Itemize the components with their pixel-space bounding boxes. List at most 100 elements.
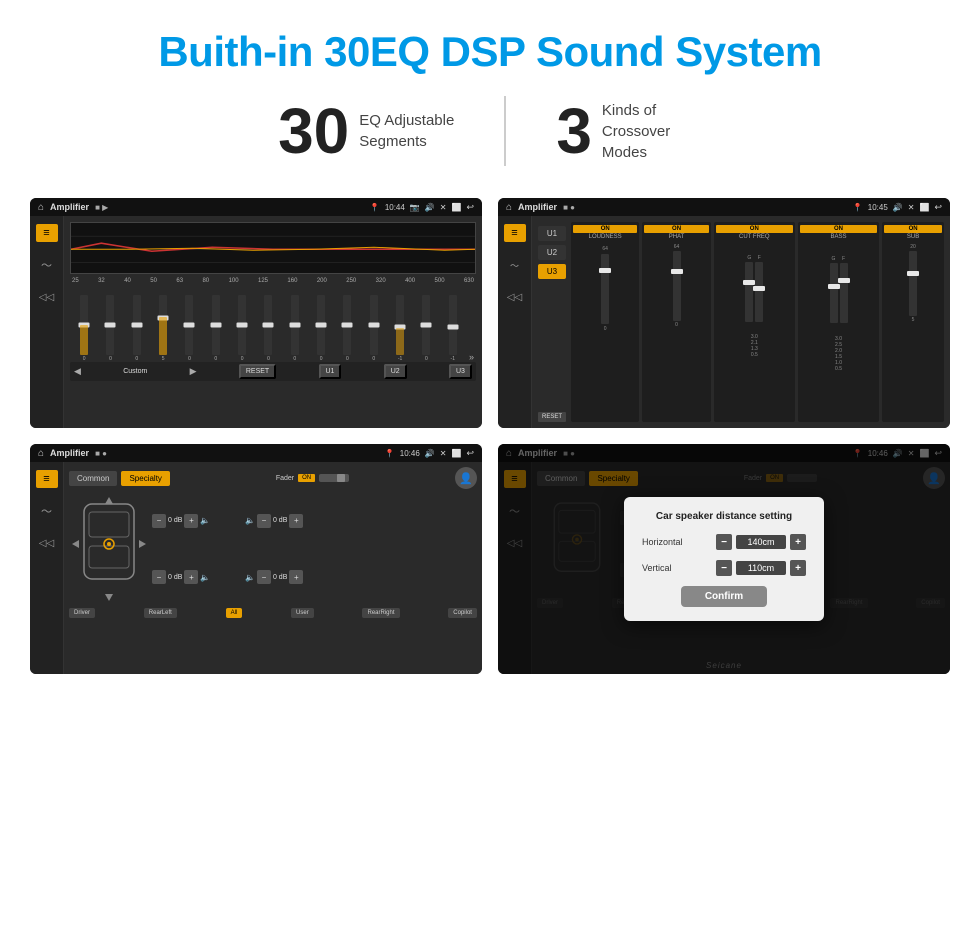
eq-slider-8[interactable]: 0 — [283, 295, 307, 362]
eq-icon-3[interactable]: ≡ — [36, 470, 58, 488]
wave-icon-2[interactable]: 〜 — [504, 256, 526, 274]
home-icon-2[interactable]: ⌂ — [506, 202, 512, 213]
u3-btn-2[interactable]: U3 — [538, 264, 566, 279]
side-panel-3: ≡ 〜 ◁◁ — [30, 462, 64, 674]
user-btn[interactable]: User — [291, 608, 314, 618]
prev-arrow[interactable]: ◀ — [74, 366, 81, 377]
eq-sliders: 0 0 0 — [70, 287, 476, 362]
u1-btn-1[interactable]: U1 — [319, 364, 342, 379]
screen-eq: ⌂ Amplifier ■ ▶ 📍 10:44 📷 🔊 ✕ ⬜ ↩ ≡ 〜 ◁◁ — [30, 198, 482, 428]
eq-icon-2[interactable]: ≡ — [504, 224, 526, 242]
bal-minus-br[interactable]: − — [257, 570, 271, 584]
wave-icon[interactable]: 〜 — [36, 256, 58, 274]
vol-icon-1: 🔊 — [425, 203, 435, 212]
bal-plus-br[interactable]: + — [289, 570, 303, 584]
speaker-icon-2[interactable]: ◁◁ — [504, 288, 526, 306]
app-title-3: Amplifier — [50, 448, 89, 458]
bal-minus-tr[interactable]: − — [257, 514, 271, 528]
vertical-row: Vertical − 110cm + — [642, 560, 806, 576]
vol-icon-3: 🔊 — [425, 449, 435, 458]
user-avatar[interactable]: 👤 — [455, 467, 477, 489]
bal-plus-tr[interactable]: + — [289, 514, 303, 528]
status-bar-2: ⌂ Amplifier ■ ● 📍 10:45 🔊 ✕ ⬜ ↩ — [498, 198, 950, 216]
vertical-plus[interactable]: + — [790, 560, 806, 576]
confirm-button[interactable]: Confirm — [681, 586, 767, 607]
app-title-2: Amplifier — [518, 202, 557, 212]
speaker-icon[interactable]: ◁◁ — [36, 288, 58, 306]
reset-btn-1[interactable]: RESET — [239, 364, 276, 379]
mode-tabs-3: Common Specialty — [69, 471, 170, 486]
u2-btn-1[interactable]: U2 — [384, 364, 407, 379]
loudness-on-btn[interactable]: ON — [573, 225, 637, 233]
eq-slider-13[interactable]: 0 — [414, 295, 438, 362]
eq-slider-10[interactable]: 0 — [335, 295, 359, 362]
cutfreq-on-btn[interactable]: ON — [716, 225, 793, 233]
balance-tr: 🔈 − 0 dB + — [245, 514, 325, 528]
x-icon-2: ✕ — [908, 203, 915, 212]
bal-value-tl: 0 dB — [168, 517, 182, 524]
more-btn[interactable]: » — [467, 352, 474, 362]
fader-label: Fader — [276, 475, 294, 482]
eq-slider-1[interactable]: 0 — [98, 295, 122, 362]
home-icon-1[interactable]: ⌂ — [38, 202, 44, 213]
next-arrow[interactable]: ▶ — [190, 366, 197, 377]
u3-btn-1[interactable]: U3 — [449, 364, 472, 379]
sub-on-btn[interactable]: ON — [884, 225, 942, 233]
record-icon-1: ■ ▶ — [95, 203, 108, 212]
side-panel-2: ≡ 〜 ◁◁ — [498, 216, 532, 428]
ch-phat: ON PHAT 64 0 — [642, 222, 710, 422]
wave-icon-3[interactable]: 〜 — [36, 502, 58, 520]
screens-grid: ⌂ Amplifier ■ ▶ 📍 10:44 📷 🔊 ✕ ⬜ ↩ ≡ 〜 ◁◁ — [0, 188, 980, 694]
eq-slider-3[interactable]: 5 — [151, 295, 175, 362]
vertical-minus[interactable]: − — [716, 560, 732, 576]
bal-plus-bl[interactable]: + — [184, 570, 198, 584]
fader-on-btn[interactable]: ON — [298, 474, 315, 482]
u1-btn-2[interactable]: U1 — [538, 226, 566, 241]
common-tab-3[interactable]: Common — [69, 471, 117, 486]
eq-slider-2[interactable]: 0 — [125, 295, 149, 362]
rearleft-btn[interactable]: RearLeft — [144, 608, 177, 618]
eq-slider-0[interactable]: 0 — [72, 295, 96, 362]
time-2: 10:45 — [868, 203, 888, 212]
eq-slider-7[interactable]: 0 — [256, 295, 280, 362]
driver-btn[interactable]: Driver — [69, 608, 95, 618]
horizontal-plus[interactable]: + — [790, 534, 806, 550]
bass-on-btn[interactable]: ON — [800, 225, 877, 233]
screen-crossover: ⌂ Amplifier ■ ● 📍 10:45 🔊 ✕ ⬜ ↩ ≡ 〜 ◁◁ — [498, 198, 950, 428]
home-icon-3[interactable]: ⌂ — [38, 448, 44, 459]
horizontal-control: − 140cm + — [716, 534, 806, 550]
eq-slider-6[interactable]: 0 — [230, 295, 254, 362]
speaker-icon-3[interactable]: ◁◁ — [36, 534, 58, 552]
specialty-tab-3[interactable]: Specialty — [121, 471, 169, 486]
stats-row: 30 EQ Adjustable Segments 3 Kinds of Cro… — [0, 86, 980, 188]
phat-on-btn[interactable]: ON — [644, 225, 708, 233]
reset-btn-2[interactable]: RESET — [538, 412, 566, 422]
ch-bass: ON BASS G F — [798, 222, 879, 422]
all-btn[interactable]: All — [226, 608, 243, 618]
back-icon-3: ↩ — [466, 448, 474, 459]
eq-slider-14[interactable]: -1 — [441, 295, 465, 362]
vertical-control: − 110cm + — [716, 560, 806, 576]
horizontal-row: Horizontal − 140cm + — [642, 534, 806, 550]
specialty-header: Common Specialty Fader ON 👤 — [69, 467, 477, 489]
screen-body-2: ≡ 〜 ◁◁ U1 U2 U3 RESET — [498, 216, 950, 428]
eq-label: EQ Adjustable Segments — [359, 110, 454, 152]
location-icon-3: 📍 — [385, 449, 395, 458]
eq-slider-9[interactable]: 0 — [309, 295, 333, 362]
bal-plus-tl[interactable]: + — [184, 514, 198, 528]
eq-slider-12[interactable]: -1 — [388, 295, 412, 362]
eq-slider-11[interactable]: 0 — [362, 295, 386, 362]
speaker-btn-row: Driver RearLeft All User RearRight Copil… — [69, 608, 477, 618]
bal-minus-tl[interactable]: − — [152, 514, 166, 528]
copilot-btn[interactable]: Copilot — [448, 608, 477, 618]
fader-slider[interactable] — [319, 474, 349, 482]
time-1: 10:44 — [385, 203, 405, 212]
eq-slider-5[interactable]: 0 — [204, 295, 228, 362]
horizontal-minus[interactable]: − — [716, 534, 732, 550]
rearright-btn[interactable]: RearRight — [362, 608, 399, 618]
bal-minus-bl[interactable]: − — [152, 570, 166, 584]
eq-slider-4[interactable]: 0 — [177, 295, 201, 362]
eq-icon[interactable]: ≡ — [36, 224, 58, 242]
u2-btn-2[interactable]: U2 — [538, 245, 566, 260]
screen-icon-1: ⬜ — [451, 203, 461, 212]
